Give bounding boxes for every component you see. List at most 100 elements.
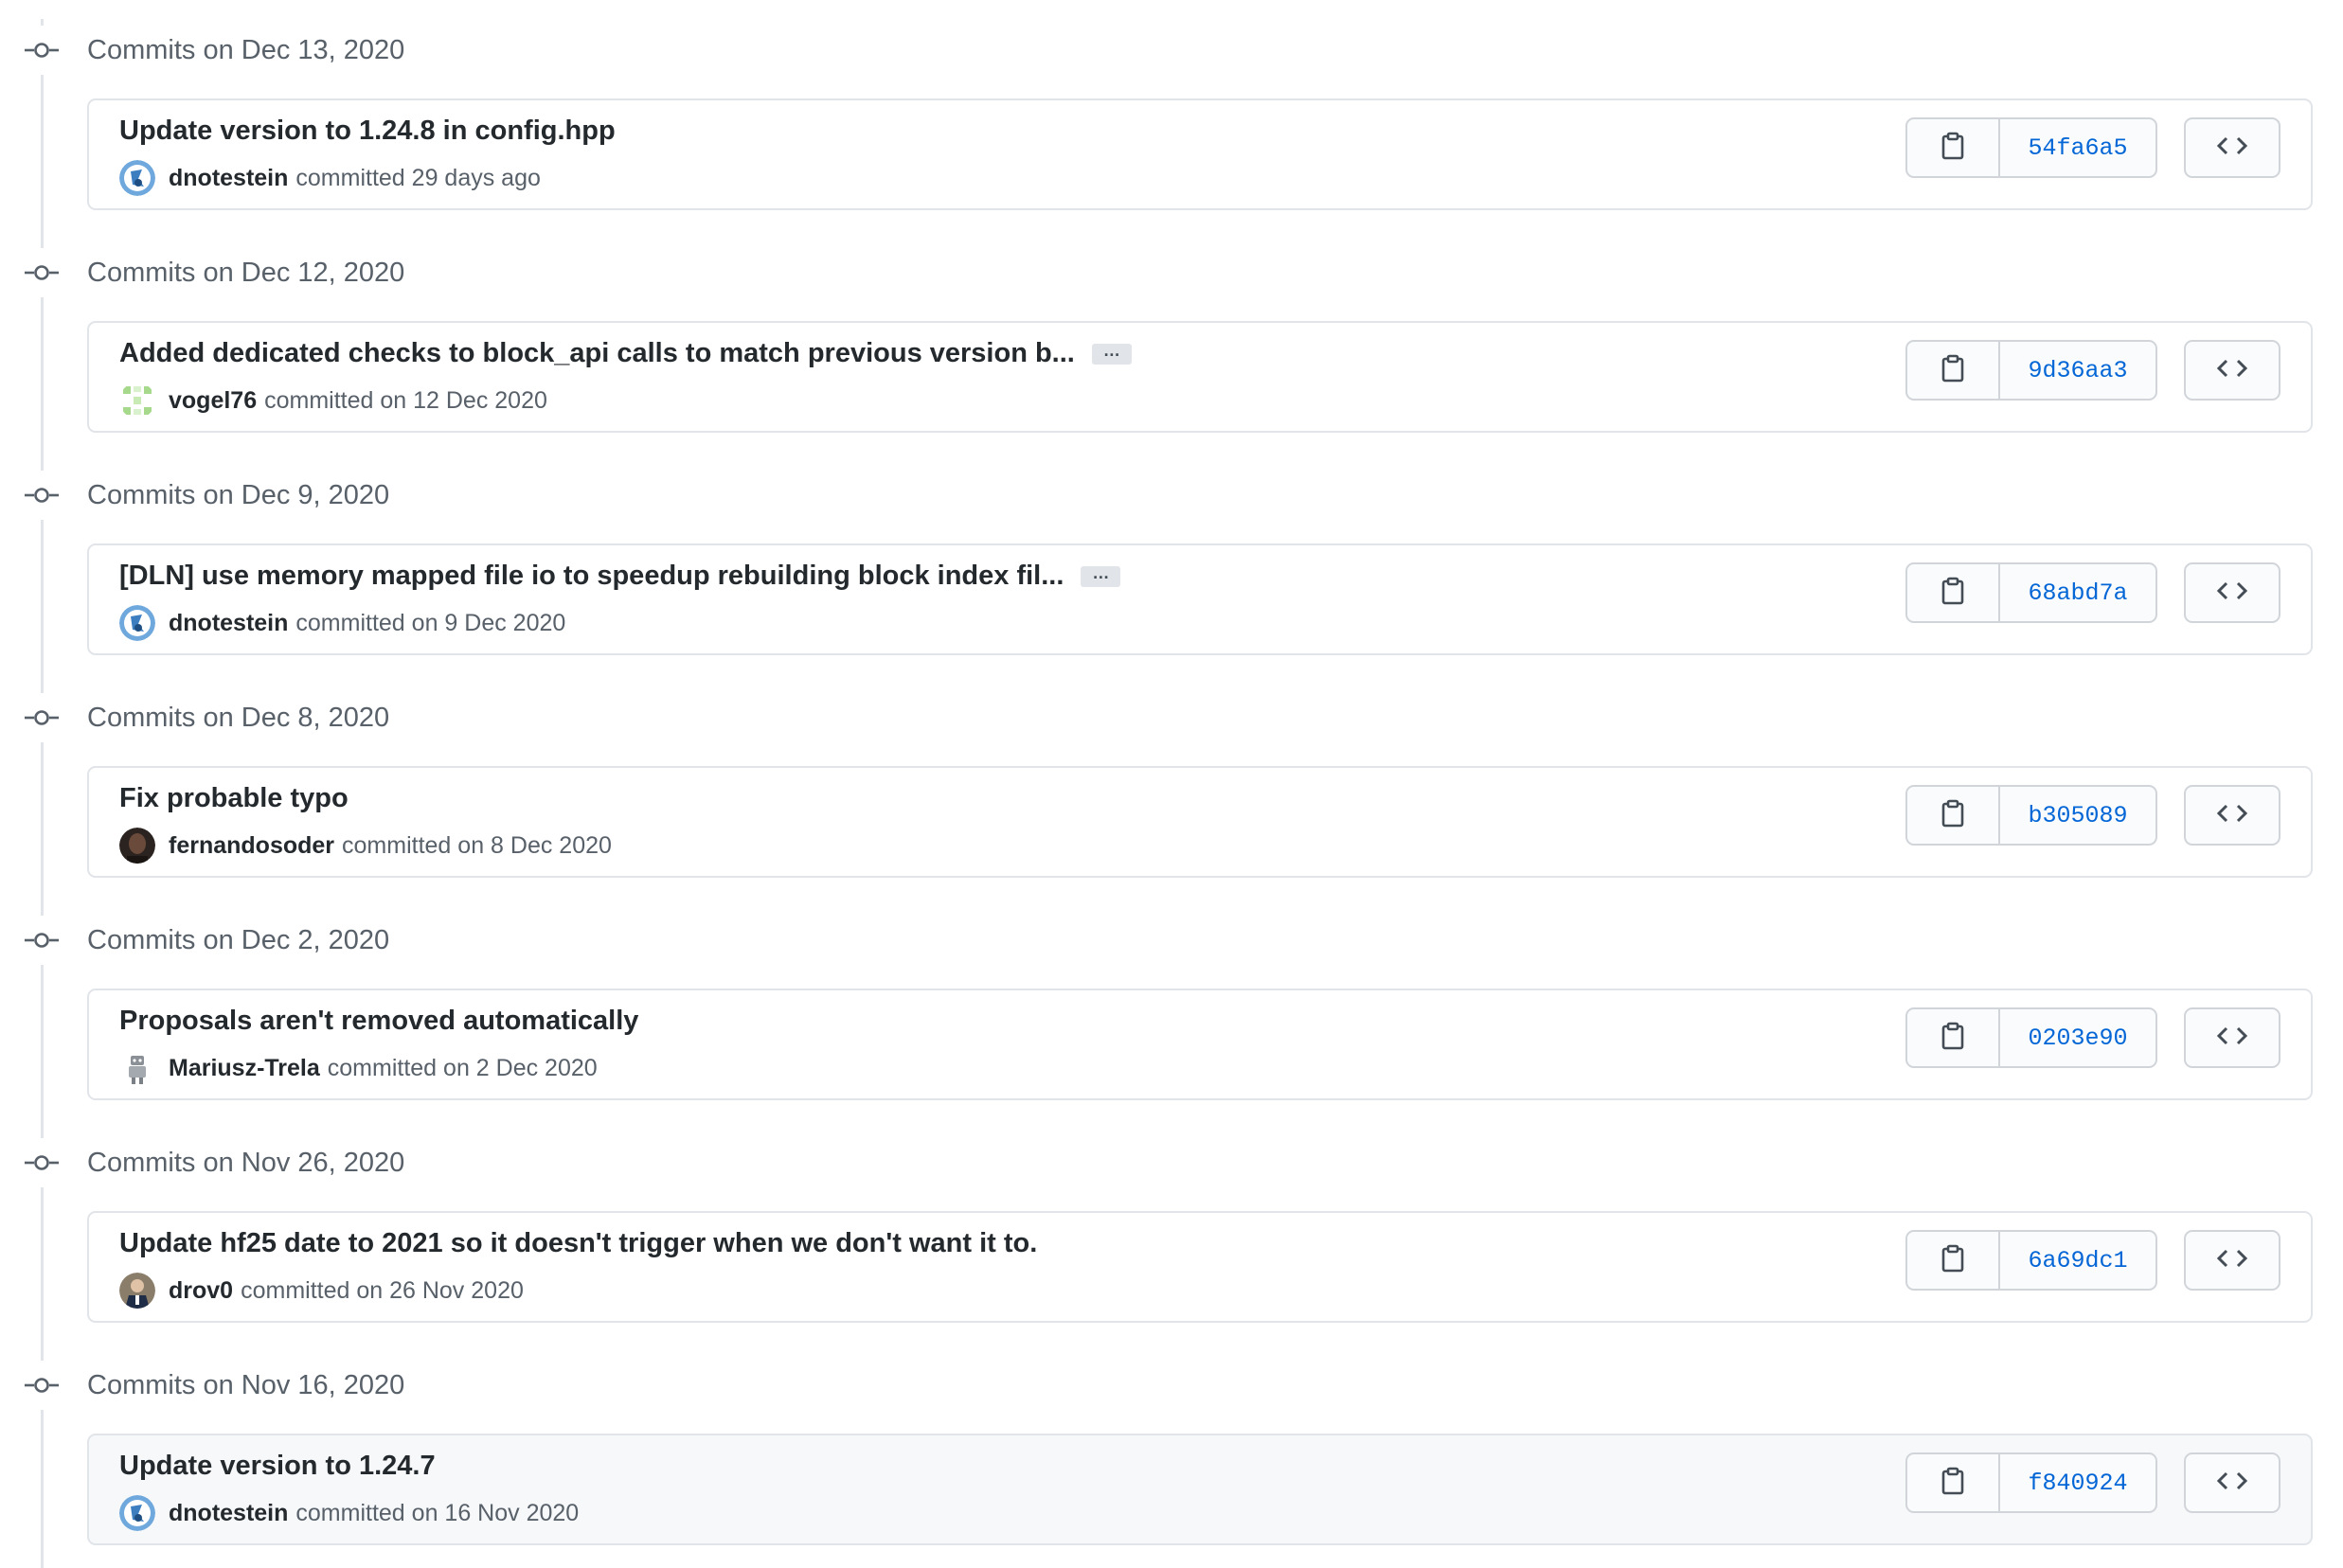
- copy-sha-button[interactable]: [1907, 1454, 2000, 1511]
- code-icon: [2216, 802, 2248, 829]
- commit-group: Commits on Dec 9, 2020 [DLN] use memory …: [0, 445, 2343, 668]
- commit-meta: dnotestein committed on 16 Nov 2020: [119, 1495, 579, 1531]
- avatar[interactable]: [119, 160, 155, 196]
- browse-repository-button[interactable]: [2184, 1452, 2280, 1513]
- expand-message-button[interactable]: …: [1081, 564, 1121, 587]
- commit-sha-link[interactable]: f840924: [2000, 1454, 2155, 1511]
- copy-sha-button[interactable]: [1907, 342, 2000, 399]
- commit-meta: fernandosoder committed on 8 Dec 2020: [119, 828, 612, 864]
- code-icon: [2216, 134, 2248, 162]
- commit-group: Commits on Dec 13, 2020 Update version t…: [0, 0, 2343, 223]
- commit-date-header: Commits on Dec 9, 2020: [87, 480, 390, 510]
- code-icon: [2216, 1025, 2248, 1052]
- commit-date-header: Commits on Nov 16, 2020: [87, 1370, 405, 1400]
- browse-repository-button[interactable]: [2184, 785, 2280, 846]
- code-icon: [2216, 357, 2248, 384]
- commit-item: Update version to 1.24.8 in config.hpp d…: [87, 98, 2313, 210]
- commit-title-link[interactable]: Added dedicated checks to block_api call…: [119, 338, 1075, 369]
- commit-sha-group: f840924: [1905, 1452, 2157, 1513]
- commit-group: Commits on Dec 12, 2020 Added dedicated …: [0, 223, 2343, 445]
- browse-repository-button[interactable]: [2184, 1230, 2280, 1291]
- commit-item: Proposals aren't removed automatically M…: [87, 989, 2313, 1100]
- commit-title-row: [DLN] use memory mapped file io to speed…: [119, 561, 1121, 592]
- commit-title-link[interactable]: [DLN] use memory mapped file io to speed…: [119, 561, 1064, 592]
- copy-sha-button[interactable]: [1907, 787, 2000, 844]
- commit-meta: vogel76 committed on 12 Dec 2020: [119, 383, 547, 419]
- commit-sha-group: b305089: [1905, 785, 2157, 846]
- commit-sha-link[interactable]: 6a69dc1: [2000, 1232, 2155, 1289]
- commit-group: Commits on Dec 8, 2020 Fix probable typo…: [0, 668, 2343, 890]
- commit-sha-link[interactable]: 9d36aa3: [2000, 342, 2155, 399]
- avatar[interactable]: [119, 383, 155, 419]
- commit-time: committed on 9 Dec 2020: [295, 609, 566, 636]
- commit-sha-link[interactable]: 54fa6a5: [2000, 119, 2155, 176]
- clipboard-icon: [1941, 1467, 1965, 1500]
- commit-sha-group: 68abd7a: [1905, 562, 2157, 623]
- commit-time: committed on 12 Dec 2020: [264, 386, 547, 414]
- commit-author-link[interactable]: fernandosoder: [169, 832, 334, 860]
- copy-sha-button[interactable]: [1907, 119, 2000, 176]
- commit-author-link[interactable]: dnotestein: [169, 1500, 288, 1527]
- code-icon: [2216, 1247, 2248, 1274]
- clipboard-icon: [1941, 354, 1965, 387]
- commit-title-link[interactable]: Update hf25 date to 2021 so it doesn't t…: [119, 1228, 1037, 1259]
- commit-author-link[interactable]: dnotestein: [169, 610, 288, 637]
- git-commit-icon: [21, 248, 63, 297]
- git-commit-icon: [21, 916, 63, 965]
- commit-title-row: Fix probable typo: [119, 783, 349, 814]
- commit-title-row: Added dedicated checks to block_api call…: [119, 338, 1132, 369]
- avatar[interactable]: [119, 1273, 155, 1309]
- commit-item: [DLN] use memory mapped file io to speed…: [87, 543, 2313, 655]
- commit-list: Commits on Dec 13, 2020 Update version t…: [0, 0, 2343, 1558]
- browse-repository-button[interactable]: [2184, 117, 2280, 178]
- avatar[interactable]: [119, 1050, 155, 1086]
- browse-repository-button[interactable]: [2184, 340, 2280, 401]
- avatar[interactable]: [119, 828, 155, 864]
- commit-meta: drov0 committed on 26 Nov 2020: [119, 1273, 524, 1309]
- commit-title-row: Update hf25 date to 2021 so it doesn't t…: [119, 1228, 1037, 1259]
- commit-title-link[interactable]: Update version to 1.24.8 in config.hpp: [119, 116, 616, 147]
- git-commit-icon: [21, 1361, 63, 1410]
- clipboard-icon: [1941, 1244, 1965, 1277]
- copy-sha-button[interactable]: [1907, 1232, 2000, 1289]
- clipboard-icon: [1941, 132, 1965, 165]
- commit-time: committed on 8 Dec 2020: [342, 831, 612, 859]
- commit-author-link[interactable]: dnotestein: [169, 165, 288, 192]
- clipboard-icon: [1941, 577, 1965, 610]
- commit-author-link[interactable]: vogel76: [169, 387, 257, 415]
- commit-item: Added dedicated checks to block_api call…: [87, 321, 2313, 433]
- commit-title-row: Update version to 1.24.7: [119, 1451, 436, 1482]
- commit-sha-group: 6a69dc1: [1905, 1230, 2157, 1291]
- clipboard-icon: [1941, 799, 1965, 832]
- commit-title-link[interactable]: Fix probable typo: [119, 783, 349, 814]
- browse-repository-button[interactable]: [2184, 1007, 2280, 1068]
- commit-author-link[interactable]: Mariusz-Trela: [169, 1055, 320, 1082]
- commit-sha-link[interactable]: 68abd7a: [2000, 564, 2155, 621]
- commit-time: committed on 26 Nov 2020: [241, 1276, 524, 1304]
- avatar[interactable]: [119, 1495, 155, 1531]
- commit-title-row: Proposals aren't removed automatically: [119, 1006, 638, 1037]
- git-commit-icon: [21, 26, 63, 75]
- commit-item: Update version to 1.24.7 dnotestein comm…: [87, 1434, 2313, 1545]
- copy-sha-button[interactable]: [1907, 564, 2000, 621]
- expand-message-button[interactable]: …: [1091, 342, 1132, 365]
- copy-sha-button[interactable]: [1907, 1009, 2000, 1066]
- commit-author-link[interactable]: drov0: [169, 1277, 233, 1305]
- commit-sha-link[interactable]: 0203e90: [2000, 1009, 2155, 1066]
- commit-title-link[interactable]: Proposals aren't removed automatically: [119, 1006, 638, 1037]
- commit-time: committed on 16 Nov 2020: [295, 1499, 580, 1526]
- commit-sha-group: 54fa6a5: [1905, 117, 2157, 178]
- avatar[interactable]: [119, 605, 155, 641]
- commit-sha-group: 9d36aa3: [1905, 340, 2157, 401]
- browse-repository-button[interactable]: [2184, 562, 2280, 623]
- commit-item: Update hf25 date to 2021 so it doesn't t…: [87, 1211, 2313, 1323]
- commit-group: Commits on Dec 2, 2020 Proposals aren't …: [0, 890, 2343, 1113]
- commit-item: Fix probable typo fernandosoder committe…: [87, 766, 2313, 878]
- commit-date-header: Commits on Nov 26, 2020: [87, 1148, 405, 1178]
- git-commit-icon: [21, 1138, 63, 1187]
- commit-meta: Mariusz-Trela committed on 2 Dec 2020: [119, 1050, 598, 1086]
- commit-time: committed on 2 Dec 2020: [327, 1054, 598, 1081]
- commit-title-link[interactable]: Update version to 1.24.7: [119, 1451, 436, 1482]
- commit-date-header: Commits on Dec 2, 2020: [87, 925, 390, 955]
- commit-sha-link[interactable]: b305089: [2000, 787, 2155, 844]
